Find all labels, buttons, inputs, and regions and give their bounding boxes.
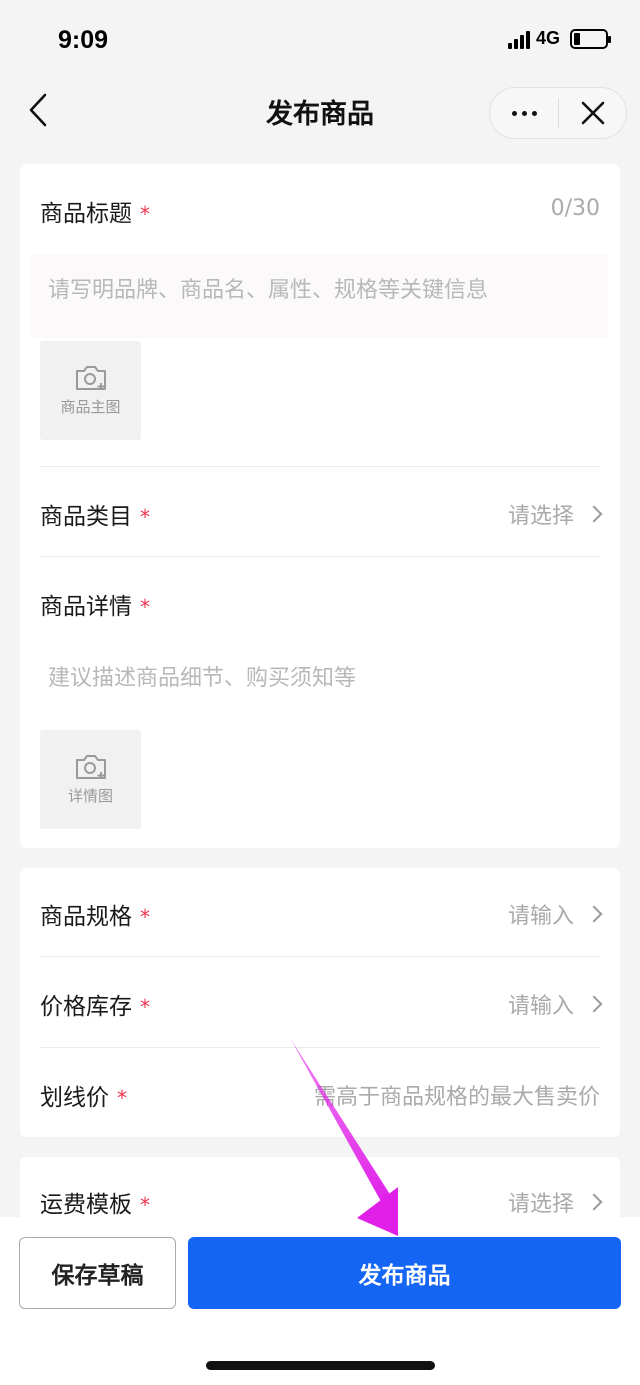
divider (40, 556, 600, 557)
title-char-counter: 0/30 (550, 196, 600, 221)
shipping-template-selector[interactable]: 请选择 (508, 1186, 603, 1218)
main-image-label: 商品主图 (60, 398, 121, 416)
publish-button[interactable]: 发布商品 (188, 1237, 621, 1309)
required-mark: * (140, 905, 150, 929)
required-mark: * (140, 202, 150, 226)
required-mark: * (140, 995, 150, 1019)
save-draft-button[interactable]: 保存草稿 (19, 1237, 176, 1309)
pricing-card: 商品规格 * 请输入 价格库存 * 请输入 划线价 * 需高于商品规格的最大售卖价 (20, 868, 620, 1137)
title-field-label: 商品标题 * (40, 201, 150, 227)
divider (40, 956, 600, 957)
shipping-template-label: 运费模板 * (40, 1192, 150, 1218)
divider (40, 466, 600, 467)
required-mark: * (117, 1086, 127, 1110)
home-indicator (206, 1361, 435, 1370)
camera-plus-icon (75, 366, 106, 390)
stock-label: 价格库存 * (40, 994, 150, 1020)
details-label: 商品详情 * (40, 594, 150, 620)
chevron-right-icon (585, 905, 603, 923)
divider (40, 1047, 600, 1048)
basic-info-card: 商品标题 * 0/30 请写明品牌、商品名、属性、规格等关键信息 商品主图 商品类… (20, 164, 620, 848)
strike-price-label: 划线价 * (40, 1085, 127, 1111)
more-button[interactable] (490, 88, 558, 138)
signal-icon (507, 29, 530, 49)
stock-input[interactable]: 请输入 (508, 988, 603, 1020)
required-mark: * (140, 595, 150, 619)
status-bar: 9:09 4G (0, 0, 640, 80)
spec-input[interactable]: 请输入 (508, 898, 603, 930)
detail-image-label: 详情图 (67, 787, 113, 805)
close-button[interactable] (559, 88, 626, 138)
strike-price-input[interactable]: 需高于商品规格的最大售卖价 (314, 1079, 600, 1111)
mini-program-capsule (489, 87, 627, 139)
category-selector[interactable]: 请选择 (508, 498, 603, 530)
details-input[interactable]: 建议描述商品细节、购买须知等 (48, 660, 356, 692)
required-mark: * (140, 505, 150, 529)
main-image-upload[interactable]: 商品主图 (40, 341, 141, 440)
status-indicators: 4G (507, 28, 611, 49)
chevron-right-icon (585, 505, 603, 523)
detail-image-upload[interactable]: 详情图 (40, 730, 141, 829)
bottom-action-bar: 保存草稿 发布商品 (0, 1217, 640, 1385)
nav-bar: 发布商品 (0, 80, 640, 160)
spec-label: 商品规格 * (40, 904, 150, 930)
close-icon (581, 101, 604, 125)
title-input[interactable]: 请写明品牌、商品名、属性、规格等关键信息 (30, 254, 608, 338)
category-label: 商品类目 * (40, 504, 150, 530)
required-mark: * (140, 1193, 150, 1217)
network-type: 4G (535, 28, 560, 48)
chevron-right-icon (585, 1193, 603, 1211)
status-time: 9:09 (58, 26, 109, 54)
battery-icon (570, 28, 611, 49)
camera-plus-icon (75, 755, 106, 779)
chevron-right-icon (585, 995, 603, 1013)
